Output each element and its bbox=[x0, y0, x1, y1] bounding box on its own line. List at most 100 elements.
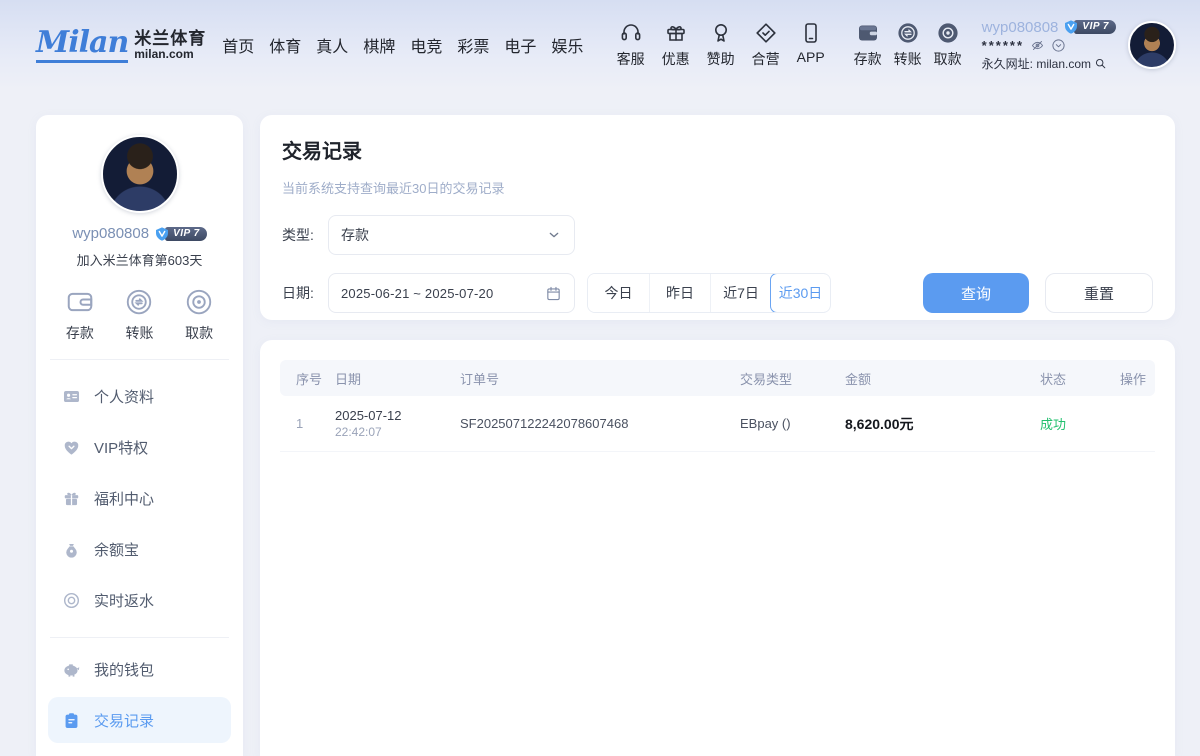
cell-date: 2025-07-12 22:42:07 bbox=[335, 408, 460, 439]
withdraw-filled-icon bbox=[936, 21, 960, 45]
quicklink-partnership[interactable]: 合营 bbox=[748, 21, 784, 69]
sidebar-withdraw-button[interactable]: 取款 bbox=[184, 287, 214, 343]
medal-icon bbox=[709, 21, 733, 45]
range-30days-button[interactable]: 近30日 bbox=[770, 273, 831, 313]
page-subtitle: 当前系统支持查询最近30日的交易记录 bbox=[282, 178, 1153, 197]
cell-status-badge: 成功 bbox=[1040, 414, 1120, 433]
id-card-icon bbox=[62, 387, 81, 406]
quicklink-customer-service[interactable]: 客服 bbox=[613, 21, 649, 69]
profile-avatar[interactable] bbox=[101, 135, 179, 213]
sidebar-item-profile[interactable]: 个人资料 bbox=[48, 373, 231, 419]
logo-script-text: Milan bbox=[36, 28, 128, 63]
type-select-value: 存款 bbox=[341, 225, 546, 245]
handshake-icon bbox=[754, 21, 778, 45]
calendar-icon bbox=[545, 285, 562, 302]
column-header-amount: 金额 bbox=[845, 369, 1040, 388]
vip-shield-icon bbox=[154, 226, 170, 242]
date-filter-label: 日期: bbox=[282, 283, 328, 303]
quicklink-app-download[interactable]: APP bbox=[793, 21, 829, 65]
reset-button[interactable]: 重置 bbox=[1045, 273, 1153, 313]
sidebar-item-label: 交易记录 bbox=[94, 710, 154, 731]
top-wallet-links: 存款 转账 取款 bbox=[850, 21, 966, 69]
join-days-text: 加入米兰体育第603天 bbox=[36, 250, 243, 269]
type-select[interactable]: 存款 bbox=[328, 215, 575, 255]
quicklink-promotions[interactable]: 优惠 bbox=[658, 21, 694, 69]
headset-icon bbox=[619, 21, 643, 45]
sidebar-item-label: 余额宝 bbox=[94, 539, 139, 560]
quicklink-label: 优惠 bbox=[662, 49, 690, 69]
search-button[interactable]: 查询 bbox=[923, 273, 1029, 313]
quicklink-label: 取款 bbox=[934, 49, 962, 69]
main-nav: 首页 体育 真人 棋牌 电竞 彩票 电子 娱乐 bbox=[222, 33, 583, 57]
date-range-value: 2025-06-21 ~ 2025-07-20 bbox=[341, 286, 545, 301]
sidebar-item-label: 福利中心 bbox=[94, 488, 154, 509]
quicklink-transfer[interactable]: 转账 bbox=[890, 21, 926, 69]
divider bbox=[50, 637, 229, 638]
masked-balance-text: ****** bbox=[982, 38, 1024, 53]
column-header-index: 序号 bbox=[280, 369, 335, 388]
brand-logo[interactable]: Milan 米兰体育 milan.com bbox=[36, 28, 206, 63]
sidebar-item-realtime-rebate[interactable]: 实时返水 bbox=[48, 577, 231, 623]
quicklink-deposit[interactable]: 存款 bbox=[850, 21, 886, 69]
nav-item-entertainment[interactable]: 娱乐 bbox=[551, 33, 583, 57]
quick-action-label: 转账 bbox=[125, 323, 153, 343]
range-today-button[interactable]: 今日 bbox=[588, 274, 649, 312]
transfer-filled-icon bbox=[896, 21, 920, 45]
nav-item-chess[interactable]: 棋牌 bbox=[363, 33, 395, 57]
sidebar-item-welfare-center[interactable]: 福利中心 bbox=[48, 475, 231, 521]
search-icon[interactable] bbox=[1094, 57, 1107, 70]
vip-level-label: VIP 7 bbox=[1074, 20, 1116, 34]
sidebar-item-transaction-records[interactable]: 交易记录 bbox=[48, 697, 231, 743]
vip-level-label: VIP 7 bbox=[165, 227, 207, 241]
gift-icon bbox=[664, 21, 688, 45]
nav-item-live-casino[interactable]: 真人 bbox=[316, 33, 348, 57]
phone-icon bbox=[799, 21, 823, 45]
quicklink-sponsor[interactable]: 赞助 bbox=[703, 21, 739, 69]
username-text[interactable]: wyp080808 bbox=[982, 19, 1059, 36]
records-table-card: 序号 日期 订单号 交易类型 金额 状态 操作 1 2025-07-12 22:… bbox=[260, 340, 1175, 756]
nav-item-lottery[interactable]: 彩票 bbox=[457, 33, 489, 57]
quicklink-label: APP bbox=[797, 49, 825, 65]
range-7days-button[interactable]: 近7日 bbox=[710, 274, 771, 312]
quick-action-label: 取款 bbox=[185, 323, 213, 343]
eye-off-icon[interactable] bbox=[1030, 38, 1045, 53]
sidebar-item-my-wallet[interactable]: 我的钱包 bbox=[48, 646, 231, 692]
sidebar-item-vip-privileges[interactable]: VIP特权 bbox=[48, 424, 231, 470]
sidebar-item-yuebao[interactable]: 余额宝 bbox=[48, 526, 231, 572]
sidebar-transfer-button[interactable]: 转账 bbox=[124, 287, 154, 343]
gift-box-icon bbox=[62, 489, 81, 508]
sidebar-item-label: 个人资料 bbox=[94, 386, 154, 407]
wallet-outline-icon bbox=[65, 287, 95, 317]
sidebar-deposit-button[interactable]: 存款 bbox=[65, 287, 95, 343]
nav-item-esports[interactable]: 电竞 bbox=[410, 33, 442, 57]
quicklink-withdraw[interactable]: 取款 bbox=[930, 21, 966, 69]
vip-badge[interactable]: VIP 7 bbox=[154, 226, 207, 242]
withdraw-outline-icon bbox=[184, 287, 214, 317]
type-filter-label: 类型: bbox=[282, 225, 328, 245]
nav-item-home[interactable]: 首页 bbox=[222, 33, 254, 57]
nav-item-sports[interactable]: 体育 bbox=[269, 33, 301, 57]
user-info-block: wyp080808 VIP 7 ****** 永久网址: milan.com bbox=[982, 19, 1116, 72]
cell-index: 1 bbox=[280, 416, 335, 431]
column-header-date: 日期 bbox=[335, 369, 460, 388]
quicklink-label: 转账 bbox=[894, 49, 922, 69]
sidebar-item-label: 我的钱包 bbox=[94, 659, 154, 680]
vip-shield-icon bbox=[1063, 19, 1079, 35]
transfer-outline-icon bbox=[124, 287, 154, 317]
vip-badge[interactable]: VIP 7 bbox=[1063, 19, 1116, 35]
filter-card: 交易记录 当前系统支持查询最近30日的交易记录 类型: 存款 日期: 2025-… bbox=[260, 115, 1175, 320]
sidebar-username-text: wyp080808 bbox=[72, 225, 149, 242]
table-header-row: 序号 日期 订单号 交易类型 金额 状态 操作 bbox=[280, 360, 1155, 396]
user-avatar[interactable] bbox=[1128, 21, 1176, 69]
chevron-down-circle-icon[interactable] bbox=[1051, 38, 1066, 53]
range-yesterday-button[interactable]: 昨日 bbox=[649, 274, 710, 312]
quick-action-label: 存款 bbox=[66, 323, 94, 343]
date-range-shortcuts: 今日 昨日 近7日 近30日 bbox=[587, 273, 831, 313]
logo-domain-text: milan.com bbox=[134, 48, 206, 61]
cell-time-value: 22:42:07 bbox=[335, 425, 460, 439]
chevron-down-icon bbox=[546, 227, 562, 243]
sidebar-quick-actions: 存款 转账 取款 bbox=[36, 287, 243, 343]
date-range-input[interactable]: 2025-06-21 ~ 2025-07-20 bbox=[328, 273, 575, 313]
nav-item-slots[interactable]: 电子 bbox=[504, 33, 536, 57]
logo-cn-text: 米兰体育 bbox=[134, 30, 206, 48]
